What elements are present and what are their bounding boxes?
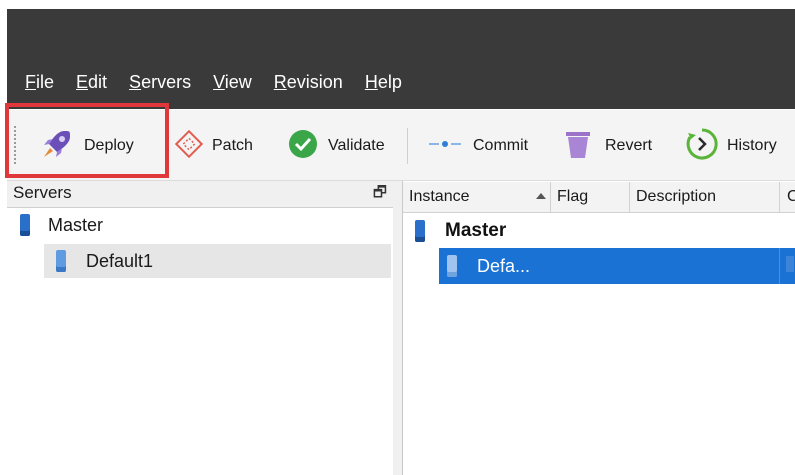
- deploy-highlight-box: [5, 103, 169, 178]
- menu-file-mnemonic: F: [25, 72, 36, 92]
- patch-label: Patch: [212, 137, 253, 154]
- menu-view[interactable]: View: [213, 72, 252, 93]
- tree-item-default1[interactable]: Default1: [56, 244, 153, 278]
- history-icon: [685, 127, 719, 166]
- commit-label: Commit: [473, 137, 529, 154]
- validate-button[interactable]: Validate: [288, 126, 385, 166]
- menu-edit[interactable]: Edit: [76, 72, 107, 93]
- servers-panel-header: Servers 🗗: [7, 181, 393, 208]
- menu-edit-label: dit: [88, 72, 108, 92]
- server-icon: [20, 214, 30, 236]
- tree-item-label: Master: [48, 214, 104, 235]
- grid-cell-instance: Defa...: [477, 255, 531, 276]
- patch-icon: [174, 129, 204, 164]
- toolbar-separator: [407, 128, 408, 164]
- cell-edge: [786, 256, 794, 272]
- menu-edit-mnemonic: E: [76, 72, 89, 92]
- column-divider[interactable]: [779, 182, 780, 212]
- menu-servers-label: ervers: [141, 72, 192, 92]
- menu-help-label: elp: [377, 72, 402, 92]
- panel-splitter[interactable]: [393, 181, 403, 475]
- commit-icon: [427, 129, 463, 164]
- server-icon: [56, 250, 66, 272]
- history-button[interactable]: History: [685, 126, 777, 166]
- tree-item-master[interactable]: Master: [20, 208, 103, 242]
- trash-icon: [563, 128, 593, 165]
- menu-bar: File Edit Servers View Revision Help: [25, 72, 402, 93]
- patch-button[interactable]: Patch: [174, 126, 253, 166]
- column-divider[interactable]: [629, 182, 630, 212]
- history-label: History: [727, 137, 777, 154]
- column-header-description[interactable]: Description: [636, 188, 716, 206]
- servers-panel-title: Servers: [13, 183, 72, 202]
- validate-label: Validate: [328, 137, 385, 154]
- commit-button[interactable]: Commit: [427, 126, 528, 166]
- cell-divider: [779, 248, 780, 284]
- sort-ascending-icon: [536, 193, 546, 199]
- server-icon: [415, 220, 425, 242]
- menu-revision-label: evision: [286, 72, 343, 92]
- check-circle-icon: [288, 129, 318, 164]
- grid-header: Instance Flag Description C: [403, 182, 795, 213]
- column-header-c[interactable]: C: [787, 188, 795, 206]
- revert-label: Revert: [605, 137, 653, 154]
- tree-item-label: Default1: [86, 250, 154, 271]
- menu-revision[interactable]: Revision: [274, 72, 343, 93]
- menu-view-mnemonic: V: [213, 72, 225, 92]
- menu-view-label: iew: [224, 72, 252, 92]
- column-header-instance[interactable]: Instance: [409, 188, 469, 206]
- grid-row-selected[interactable]: Defa...: [439, 248, 795, 284]
- grid-row-master[interactable]: Master: [415, 216, 506, 246]
- grid-cell-instance: Master: [445, 220, 507, 241]
- menu-servers[interactable]: Servers: [129, 72, 191, 93]
- server-icon: [447, 255, 457, 277]
- column-divider[interactable]: [550, 182, 551, 212]
- menu-help[interactable]: Help: [365, 72, 402, 93]
- menu-servers-mnemonic: S: [129, 72, 142, 92]
- restore-icon[interactable]: 🗗: [373, 182, 387, 207]
- menu-help-mnemonic: H: [364, 72, 378, 92]
- menu-revision-mnemonic: R: [273, 72, 287, 92]
- menu-file[interactable]: File: [25, 72, 54, 93]
- menu-file-label: ile: [36, 72, 55, 92]
- column-header-flag[interactable]: Flag: [557, 188, 588, 206]
- revert-button[interactable]: Revert: [563, 126, 652, 166]
- title-bar: [7, 9, 795, 109]
